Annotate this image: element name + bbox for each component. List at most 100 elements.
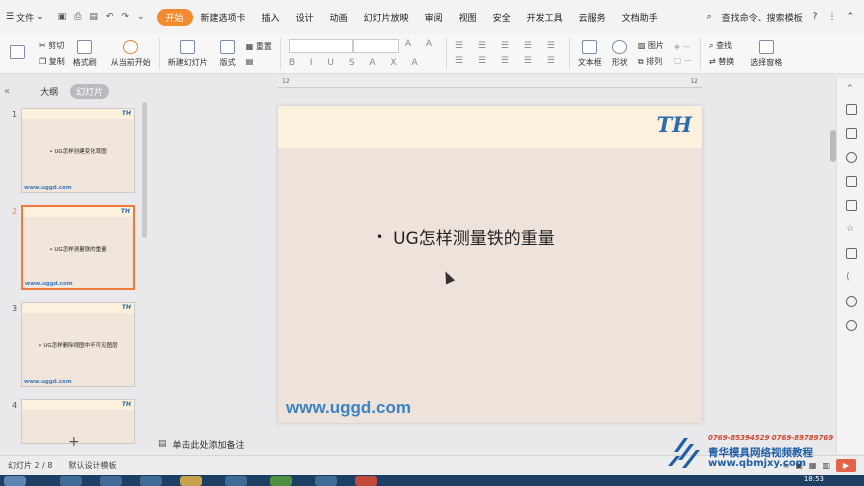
tab-outline[interactable]: 大纲 xyxy=(40,85,58,98)
copy-button[interactable]: ❐ 复制 xyxy=(39,56,65,67)
fill-icon[interactable]: ◈ — xyxy=(674,42,692,51)
slide-title-textbox[interactable]: • UG怎样测量铁的重量 xyxy=(376,224,555,249)
format-painter-label: 格式刷 xyxy=(72,57,97,67)
undo-icon[interactable]: ↶ xyxy=(106,12,114,22)
thumbnail-logo: TH xyxy=(121,304,131,311)
list-icons[interactable]: ☰ ☰ ☰ ☰ ☰ xyxy=(455,41,561,51)
arrange-button[interactable]: ⧉ 排列 xyxy=(638,56,664,67)
align-icons[interactable]: ☰ ☰ ☰ ☰ ☰ xyxy=(455,56,561,66)
font-grow-shrink-icons[interactable]: A A xyxy=(405,39,438,53)
thumbnail-header xyxy=(22,303,134,313)
textbox-button[interactable]: 文本框 xyxy=(578,39,602,68)
format-painter-icon xyxy=(77,39,93,54)
chevron-down-icon: ⌄ xyxy=(36,12,44,22)
history-icon[interactable] xyxy=(846,296,857,307)
start-button[interactable] xyxy=(4,476,26,486)
ribbon-tab[interactable]: 文档助手 xyxy=(614,9,666,26)
thumbnail-url: www.uggd.com xyxy=(25,281,73,287)
collapse-panel-icon[interactable]: « xyxy=(4,86,10,97)
shape-button[interactable]: 形状 xyxy=(612,39,628,68)
adjust-icon[interactable] xyxy=(846,200,857,211)
cut-button[interactable]: ✂ 剪切 xyxy=(39,40,65,51)
thumbnail-title: • UG怎样创建变化草图 xyxy=(49,149,107,155)
thumbnail-logo: TH xyxy=(121,401,131,408)
navigate-icon[interactable] xyxy=(846,104,857,115)
share-icon[interactable]: ⟨ xyxy=(846,272,857,283)
ribbon-tab[interactable]: 设计 xyxy=(288,9,322,26)
ribbon-tab[interactable]: 新建选项卡 xyxy=(193,9,254,26)
print-preview-icon[interactable]: ▤ xyxy=(89,12,98,22)
ribbon-tab[interactable]: 视图 xyxy=(451,9,485,26)
copy-icon[interactable] xyxy=(846,128,857,139)
save-icon[interactable]: ▣ xyxy=(58,12,67,22)
more-icon[interactable]: ⌄ xyxy=(137,12,145,22)
help-button[interactable]: ? xyxy=(813,12,818,22)
replace-button[interactable]: ⇄ 替换 xyxy=(709,56,734,67)
taskbar-app[interactable] xyxy=(355,476,377,486)
slide-logo: TH xyxy=(656,112,692,137)
section-button[interactable]: ▤ xyxy=(246,57,272,66)
help-icon[interactable] xyxy=(846,320,857,331)
find-button[interactable]: ⌕ 查找 xyxy=(709,40,734,51)
file-menu[interactable]: ☰ 文件 ⌄ xyxy=(6,11,44,24)
quick-access-toolbar: ▣ ⎙ ▤ ↶ ↷ ⌄ xyxy=(58,12,145,22)
slide-thumbnail[interactable]: TH • UG怎样创建变化草图 www.uggd.com xyxy=(21,108,135,193)
new-slide-button[interactable]: 新建幻灯片 xyxy=(168,39,208,68)
font-name-field[interactable] xyxy=(288,39,353,53)
taskbar-app[interactable] xyxy=(100,476,122,486)
shape-tool-icon[interactable] xyxy=(846,152,857,163)
taskbar-app[interactable] xyxy=(315,476,337,486)
notes-icon: ▤ xyxy=(158,439,167,449)
notes-placeholder: 单击此处添加备注 xyxy=(172,440,245,451)
taskbar-app[interactable] xyxy=(225,476,247,486)
panel-scrollbar[interactable] xyxy=(142,102,147,238)
print-icon[interactable]: ⎙ xyxy=(74,12,81,22)
template-name[interactable]: 默认设计模板 xyxy=(69,460,117,471)
watermark-logo-icon xyxy=(668,438,700,468)
ribbon-tab[interactable]: 审阅 xyxy=(417,9,451,26)
thumbnail-header xyxy=(23,207,133,217)
slide-panel: « 大纲 幻灯片 1 TH • UG怎样创建变化草图 www.uggd.com 2 TH •… xyxy=(0,78,150,454)
ribbon-tab[interactable]: 开发工具 xyxy=(519,9,571,26)
taskbar-app[interactable] xyxy=(180,476,202,486)
star-icon[interactable]: ☆ xyxy=(846,224,857,235)
slide-thumbnail[interactable]: TH • UG怎样测量铁的重量 www.uggd.com xyxy=(21,205,135,290)
select-pane-button[interactable]: 选择窗格 xyxy=(750,39,782,68)
layout-button[interactable]: 版式 xyxy=(220,39,236,68)
search-command-label[interactable]: 查找命令、搜索模板 xyxy=(722,11,803,24)
reset-button[interactable]: ▦ 重置 xyxy=(246,41,272,52)
thumbnail-header xyxy=(22,109,134,119)
outline-icon[interactable]: ▢ — xyxy=(674,56,692,65)
chevron-up-icon[interactable]: ⌃ xyxy=(846,84,857,95)
slide-thumbnail[interactable]: TH • UG怎样删除视图中不可见图层 www.uggd.com xyxy=(21,302,135,387)
slide-count: 幻灯片 2 / 8 xyxy=(8,461,53,470)
more-options-icon[interactable]: ⋮ xyxy=(827,12,836,22)
paste-button[interactable] xyxy=(10,45,25,62)
slide-number: 3 xyxy=(12,304,18,313)
slide-number: 1 xyxy=(12,110,18,119)
archive-icon[interactable] xyxy=(846,248,857,259)
format-painter-button[interactable]: 格式刷 xyxy=(72,39,97,68)
from-current-button[interactable]: 从当前开始 xyxy=(111,39,151,68)
ribbon-tab[interactable]: 安全 xyxy=(485,9,519,26)
ribbon-tab[interactable]: 动画 xyxy=(322,9,356,26)
ribbon-tab[interactable]: 插入 xyxy=(254,9,288,26)
ribbon-tab[interactable]: 幻灯片放映 xyxy=(356,9,417,26)
redo-icon[interactable]: ↷ xyxy=(121,12,129,22)
ribbon-tab[interactable]: 开始 xyxy=(156,8,193,26)
taskbar-app[interactable] xyxy=(60,476,82,486)
settings-icon[interactable] xyxy=(846,176,857,187)
tab-slides[interactable]: 幻灯片 xyxy=(70,83,110,99)
search-icon[interactable]: ⌕ xyxy=(707,12,712,22)
add-slide-button[interactable]: + xyxy=(68,434,80,450)
play-slideshow-icon[interactable]: ▶ xyxy=(836,459,856,472)
taskbar-app[interactable] xyxy=(270,476,292,486)
font-style-icons[interactable]: B I U S A X A xyxy=(289,58,438,68)
font-size-field[interactable] xyxy=(352,39,399,53)
taskbar-app[interactable] xyxy=(140,476,162,486)
collapse-ribbon-icon[interactable]: ⌃ xyxy=(846,12,854,22)
ribbon-tab[interactable]: 云服务 xyxy=(571,9,614,26)
slide-canvas[interactable]: TH • UG怎样测量铁的重量 www.uggd.com xyxy=(278,106,702,423)
picture-button[interactable]: ▨ 图片 xyxy=(638,40,664,51)
reset-label: 重置 xyxy=(255,42,272,51)
